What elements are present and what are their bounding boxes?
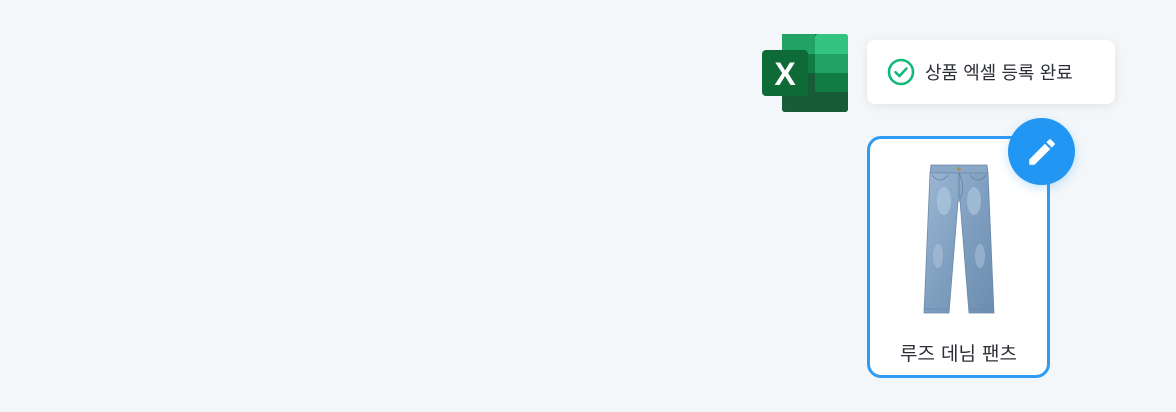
- excel-letter: X: [774, 56, 796, 92]
- check-circle-icon: [887, 58, 915, 86]
- upload-complete-toast: 상품 엑셀 등록 완료: [867, 40, 1115, 104]
- edit-button[interactable]: [1008, 118, 1075, 185]
- pencil-icon: [1028, 138, 1055, 165]
- excel-icon: X: [762, 34, 848, 112]
- jeans-image: [923, 164, 995, 314]
- toast-message: 상품 엑셀 등록 완료: [925, 63, 1073, 84]
- product-name: 루즈 데님 팬츠: [900, 343, 1017, 365]
